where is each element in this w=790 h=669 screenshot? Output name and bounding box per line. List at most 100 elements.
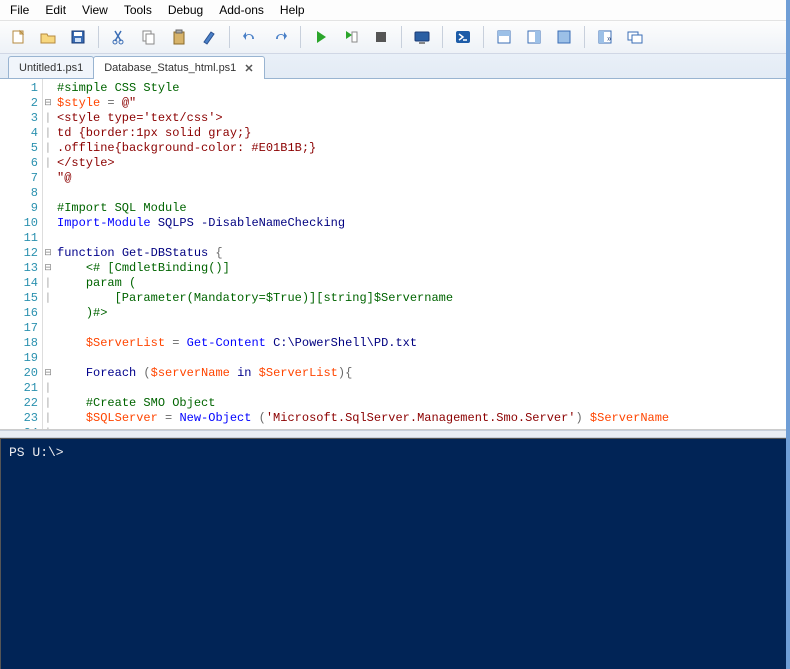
fold-marker: [43, 231, 53, 246]
code-line[interactable]: param (: [57, 276, 786, 291]
code-line[interactable]: [57, 426, 786, 429]
code-line[interactable]: "@: [57, 171, 786, 186]
fold-marker: [43, 336, 53, 351]
code-line[interactable]: )#>: [57, 306, 786, 321]
layout-max-icon[interactable]: [550, 23, 578, 51]
toolbar-separator: [483, 26, 484, 48]
command-window-icon[interactable]: [621, 23, 649, 51]
fold-marker: [43, 186, 53, 201]
svg-text:»: »: [607, 34, 612, 43]
console-prompt: PS U:\>: [9, 445, 71, 460]
code-line[interactable]: [57, 321, 786, 336]
line-number: 4: [0, 126, 38, 141]
undo-icon[interactable]: [236, 23, 264, 51]
tab-database-status-html-ps1[interactable]: Database_Status_html.ps1 ✕: [93, 56, 264, 79]
code-line[interactable]: [57, 351, 786, 366]
toolbar-separator: [401, 26, 402, 48]
copy-icon[interactable]: [135, 23, 163, 51]
redo-icon[interactable]: [266, 23, 294, 51]
code-editor[interactable]: 123456789101112131415161718192021222324 …: [0, 79, 790, 430]
line-number: 14: [0, 276, 38, 291]
code-line[interactable]: $SQLServer = New-Object ('Microsoft.SqlS…: [57, 411, 786, 426]
line-number: 17: [0, 321, 38, 336]
fold-marker[interactable]: ⊟: [43, 366, 53, 381]
line-number: 23: [0, 411, 38, 426]
command-addon-icon[interactable]: »: [591, 23, 619, 51]
fold-marker: │: [43, 381, 53, 396]
code-line[interactable]: [57, 231, 786, 246]
code-line[interactable]: #Import SQL Module: [57, 201, 786, 216]
window-right-border: [786, 0, 790, 669]
run-icon[interactable]: [307, 23, 335, 51]
code-line[interactable]: #Create SMO Object: [57, 396, 786, 411]
code-line[interactable]: [Parameter(Mandatory=$True)][string]$Ser…: [57, 291, 786, 306]
fold-marker: [43, 171, 53, 186]
line-number: 3: [0, 111, 38, 126]
tab-untitled1-ps1[interactable]: Untitled1.ps1: [8, 56, 94, 78]
menu-view[interactable]: View: [74, 1, 116, 19]
layout-top-icon[interactable]: [490, 23, 518, 51]
toolbar-separator: [98, 26, 99, 48]
fold-marker: [43, 321, 53, 336]
line-number-gutter: 123456789101112131415161718192021222324: [0, 79, 43, 429]
console-pane[interactable]: PS U:\>: [0, 438, 790, 669]
line-number: 10: [0, 216, 38, 231]
code-line[interactable]: .offline{background-color: #E01B1B;}: [57, 141, 786, 156]
remote-icon[interactable]: [408, 23, 436, 51]
stop-icon[interactable]: [367, 23, 395, 51]
paste-icon[interactable]: [165, 23, 193, 51]
pane-splitter[interactable]: [0, 430, 790, 438]
code-line[interactable]: <style type='text/css'>: [57, 111, 786, 126]
fold-marker: │: [43, 141, 53, 156]
layout-right-icon[interactable]: [520, 23, 548, 51]
powershell-icon[interactable]: [449, 23, 477, 51]
close-icon[interactable]: ✕: [244, 62, 253, 75]
code-line[interactable]: $ServerList = Get-Content C:\PowerShell\…: [57, 336, 786, 351]
new-icon[interactable]: [4, 23, 32, 51]
tab-label: Untitled1.ps1: [19, 62, 83, 74]
open-icon[interactable]: [34, 23, 62, 51]
code-line[interactable]: $style = @": [57, 96, 786, 111]
line-number: 2: [0, 96, 38, 111]
line-number: 9: [0, 201, 38, 216]
clear-icon[interactable]: [195, 23, 223, 51]
code-line[interactable]: [57, 186, 786, 201]
fold-marker: │: [43, 111, 53, 126]
toolbar: »: [0, 21, 790, 54]
line-number: 18: [0, 336, 38, 351]
line-number: 1: [0, 81, 38, 96]
tab-label: Database_Status_html.ps1: [104, 62, 236, 74]
fold-column[interactable]: ⊟││││⊟⊟││⊟││││: [43, 79, 53, 429]
toolbar-separator: [229, 26, 230, 48]
fold-marker[interactable]: ⊟: [43, 246, 53, 261]
code-line[interactable]: #simple CSS Style: [57, 81, 786, 96]
cut-icon[interactable]: [105, 23, 133, 51]
line-number: 20: [0, 366, 38, 381]
code-line[interactable]: function Get-DBStatus {: [57, 246, 786, 261]
save-icon[interactable]: [64, 23, 92, 51]
menu-help[interactable]: Help: [272, 1, 313, 19]
code-line[interactable]: Import-Module SQLPS -DisableNameChecking: [57, 216, 786, 231]
fold-marker: │: [43, 411, 53, 426]
code-area[interactable]: #simple CSS Style$style = @"<style type=…: [53, 79, 790, 429]
code-line[interactable]: </style>: [57, 156, 786, 171]
menu-add-ons[interactable]: Add-ons: [211, 1, 272, 19]
code-line[interactable]: Foreach ($serverName in $ServerList){: [57, 366, 786, 381]
code-line[interactable]: [57, 381, 786, 396]
code-line[interactable]: <# [CmdletBinding()]: [57, 261, 786, 276]
fold-marker: │: [43, 276, 53, 291]
fold-marker[interactable]: ⊟: [43, 96, 53, 111]
run-selection-icon[interactable]: [337, 23, 365, 51]
menu-tools[interactable]: Tools: [116, 1, 160, 19]
fold-marker: [43, 201, 53, 216]
menu-debug[interactable]: Debug: [160, 1, 211, 19]
menu-edit[interactable]: Edit: [37, 1, 74, 19]
line-number: 19: [0, 351, 38, 366]
line-number: 22: [0, 396, 38, 411]
line-number: 7: [0, 171, 38, 186]
fold-marker: [43, 81, 53, 96]
fold-marker[interactable]: ⊟: [43, 261, 53, 276]
line-number: 13: [0, 261, 38, 276]
code-line[interactable]: td {border:1px solid gray;}: [57, 126, 786, 141]
menu-file[interactable]: File: [2, 1, 37, 19]
